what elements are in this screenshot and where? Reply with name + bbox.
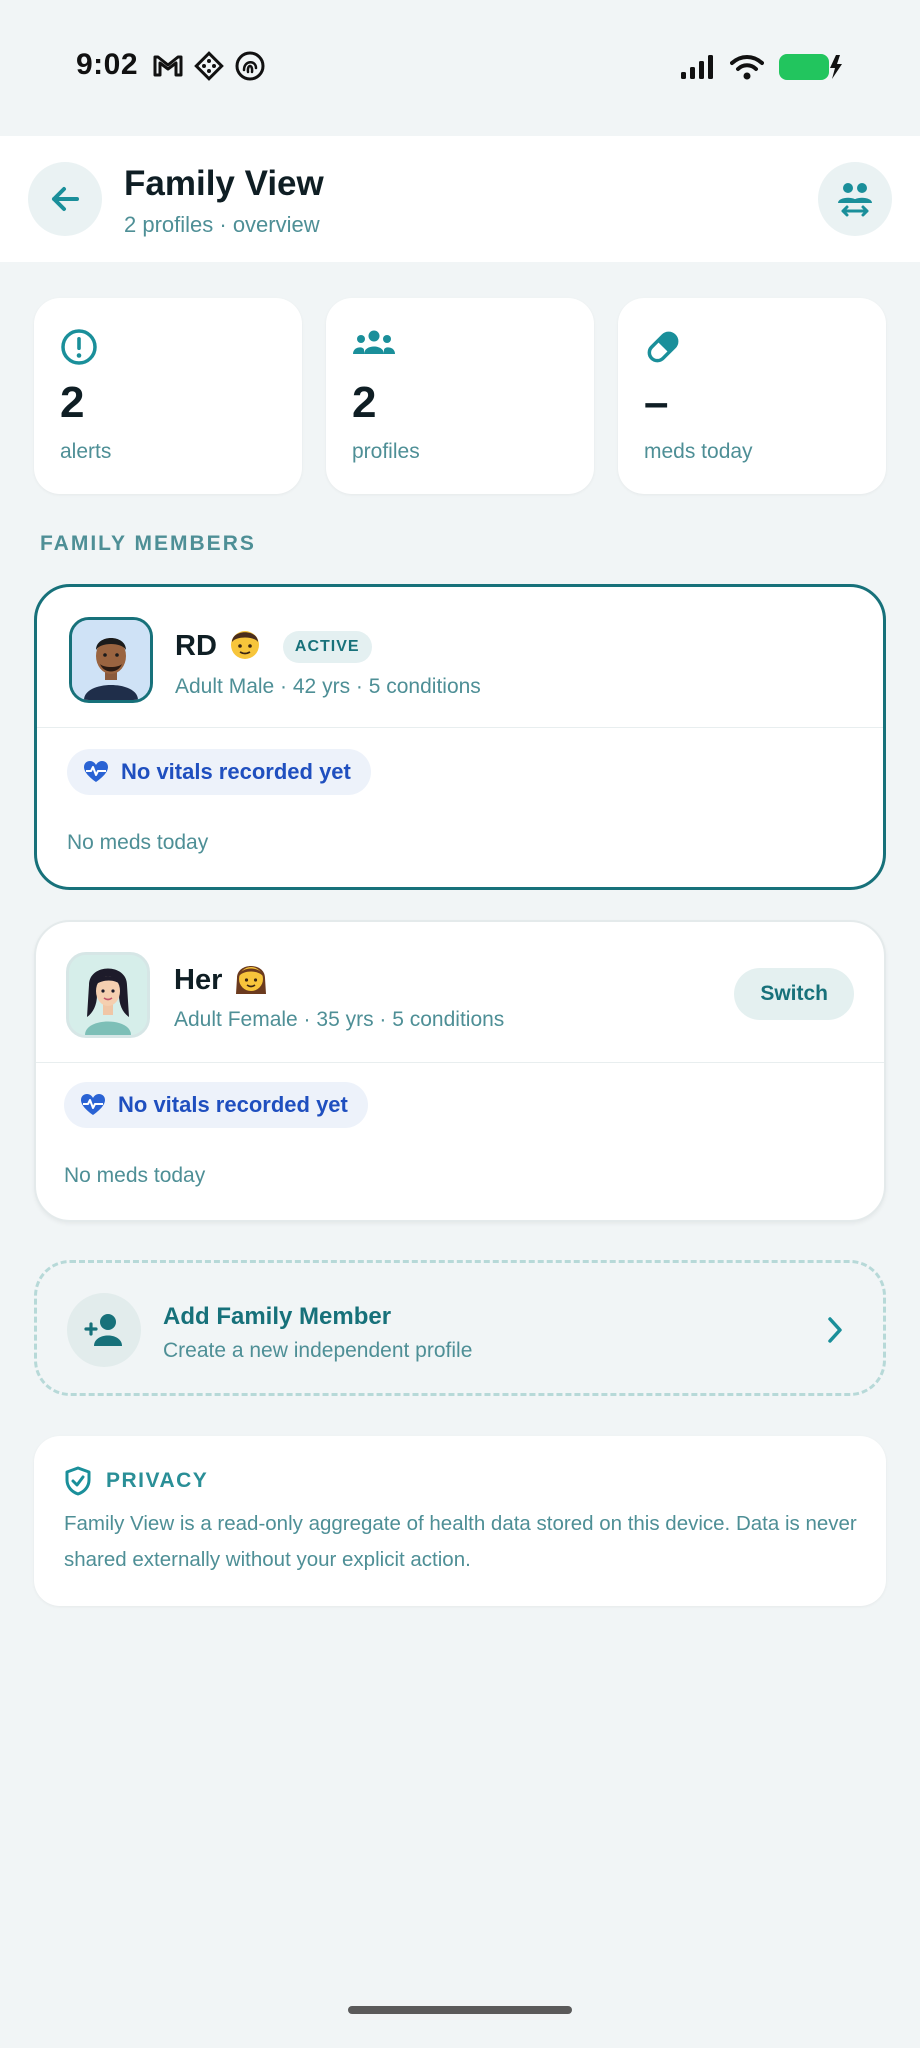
woman-emoji-icon (234, 960, 268, 1001)
add-member-title: Add Family Member (163, 1303, 392, 1330)
heart-pulse-icon (84, 761, 108, 782)
battery-charging-icon (779, 54, 842, 80)
stat-value: 2 (352, 378, 377, 427)
switch-profile-button[interactable] (818, 162, 892, 236)
stat-label: alerts (60, 440, 112, 463)
stat-value: 2 (60, 378, 85, 427)
meds-text: No meds today (64, 1164, 206, 1187)
chevron-right-icon (825, 1315, 845, 1350)
member-card-her[interactable]: Her Adult Female · 35 yrs · 5 conditions… (34, 920, 886, 1222)
man-emoji-icon (229, 627, 261, 666)
member-name: RD (175, 630, 217, 662)
wifi-icon (730, 55, 764, 80)
stat-label: meds today (644, 440, 753, 463)
privacy-header: PRIVACY (64, 1466, 208, 1496)
stat-card-alerts[interactable]: 2 alerts (34, 298, 302, 494)
vitals-status-pill: No vitals recorded yet (64, 1082, 368, 1128)
divider (37, 727, 883, 728)
avatar (66, 952, 150, 1038)
member-name-row: Her (174, 960, 268, 1001)
add-member-subtitle: Create a new independent profile (163, 1339, 473, 1362)
stat-value: – (644, 378, 669, 427)
active-badge: ACTIVE (282, 630, 372, 663)
diamond-app-icon (194, 51, 224, 81)
stat-card-profiles[interactable]: 2 profiles (326, 298, 594, 494)
privacy-card: PRIVACY Family View is a read-only aggre… (34, 1436, 886, 1606)
people-switch-icon (838, 183, 872, 217)
stat-card-meds[interactable]: – meds today (618, 298, 886, 494)
avatar (69, 617, 153, 703)
home-indicator[interactable] (348, 2006, 572, 2014)
member-card-active[interactable]: RD ACTIVE Adult Male · 42 yrs · 5 condit… (34, 584, 886, 890)
stats-row: 2 alerts 2 profiles – meds today (34, 298, 886, 494)
back-button[interactable] (28, 162, 102, 236)
stat-label: profiles (352, 440, 420, 463)
page-subtitle: 2 profiles · overview (124, 212, 320, 237)
vitals-status-pill: No vitals recorded yet (67, 749, 371, 795)
meds-text: No meds today (67, 831, 209, 854)
system-icons (680, 52, 844, 82)
add-person-icon (67, 1293, 141, 1367)
signal-icon (681, 55, 713, 79)
people-group-icon (352, 328, 396, 367)
fingerprint-icon (235, 51, 265, 81)
arrow-left-icon (52, 187, 79, 211)
vitals-text: No vitals recorded yet (118, 1092, 348, 1117)
notification-icons (152, 50, 266, 82)
member-name: Her (174, 964, 223, 996)
privacy-title: PRIVACY (106, 1469, 209, 1492)
page-title: Family View (124, 164, 324, 203)
member-meta: Adult Male · 42 yrs · 5 conditions (175, 675, 481, 698)
alert-circle-icon (60, 328, 98, 371)
shield-check-icon (65, 1466, 91, 1496)
heart-pulse-icon (81, 1094, 105, 1115)
privacy-text: Family View is a read-only aggregate of … (64, 1512, 857, 1571)
vitals-text: No vitals recorded yet (121, 759, 351, 784)
gmail-icon (153, 55, 183, 77)
status-bar: 9:02 (0, 0, 920, 136)
switch-button[interactable]: Switch (734, 968, 854, 1020)
pill-icon (644, 328, 682, 371)
add-family-member-button[interactable]: Add Family Member Create a new independe… (34, 1260, 886, 1396)
member-name-row: RD ACTIVE (175, 627, 372, 666)
member-meta: Adult Female · 35 yrs · 5 conditions (174, 1008, 505, 1031)
status-time: 9:02 (76, 48, 139, 81)
section-heading-family-members: FAMILY MEMBERS (40, 532, 256, 555)
divider (36, 1062, 884, 1063)
app-header: Family View 2 profiles · overview (0, 136, 920, 262)
